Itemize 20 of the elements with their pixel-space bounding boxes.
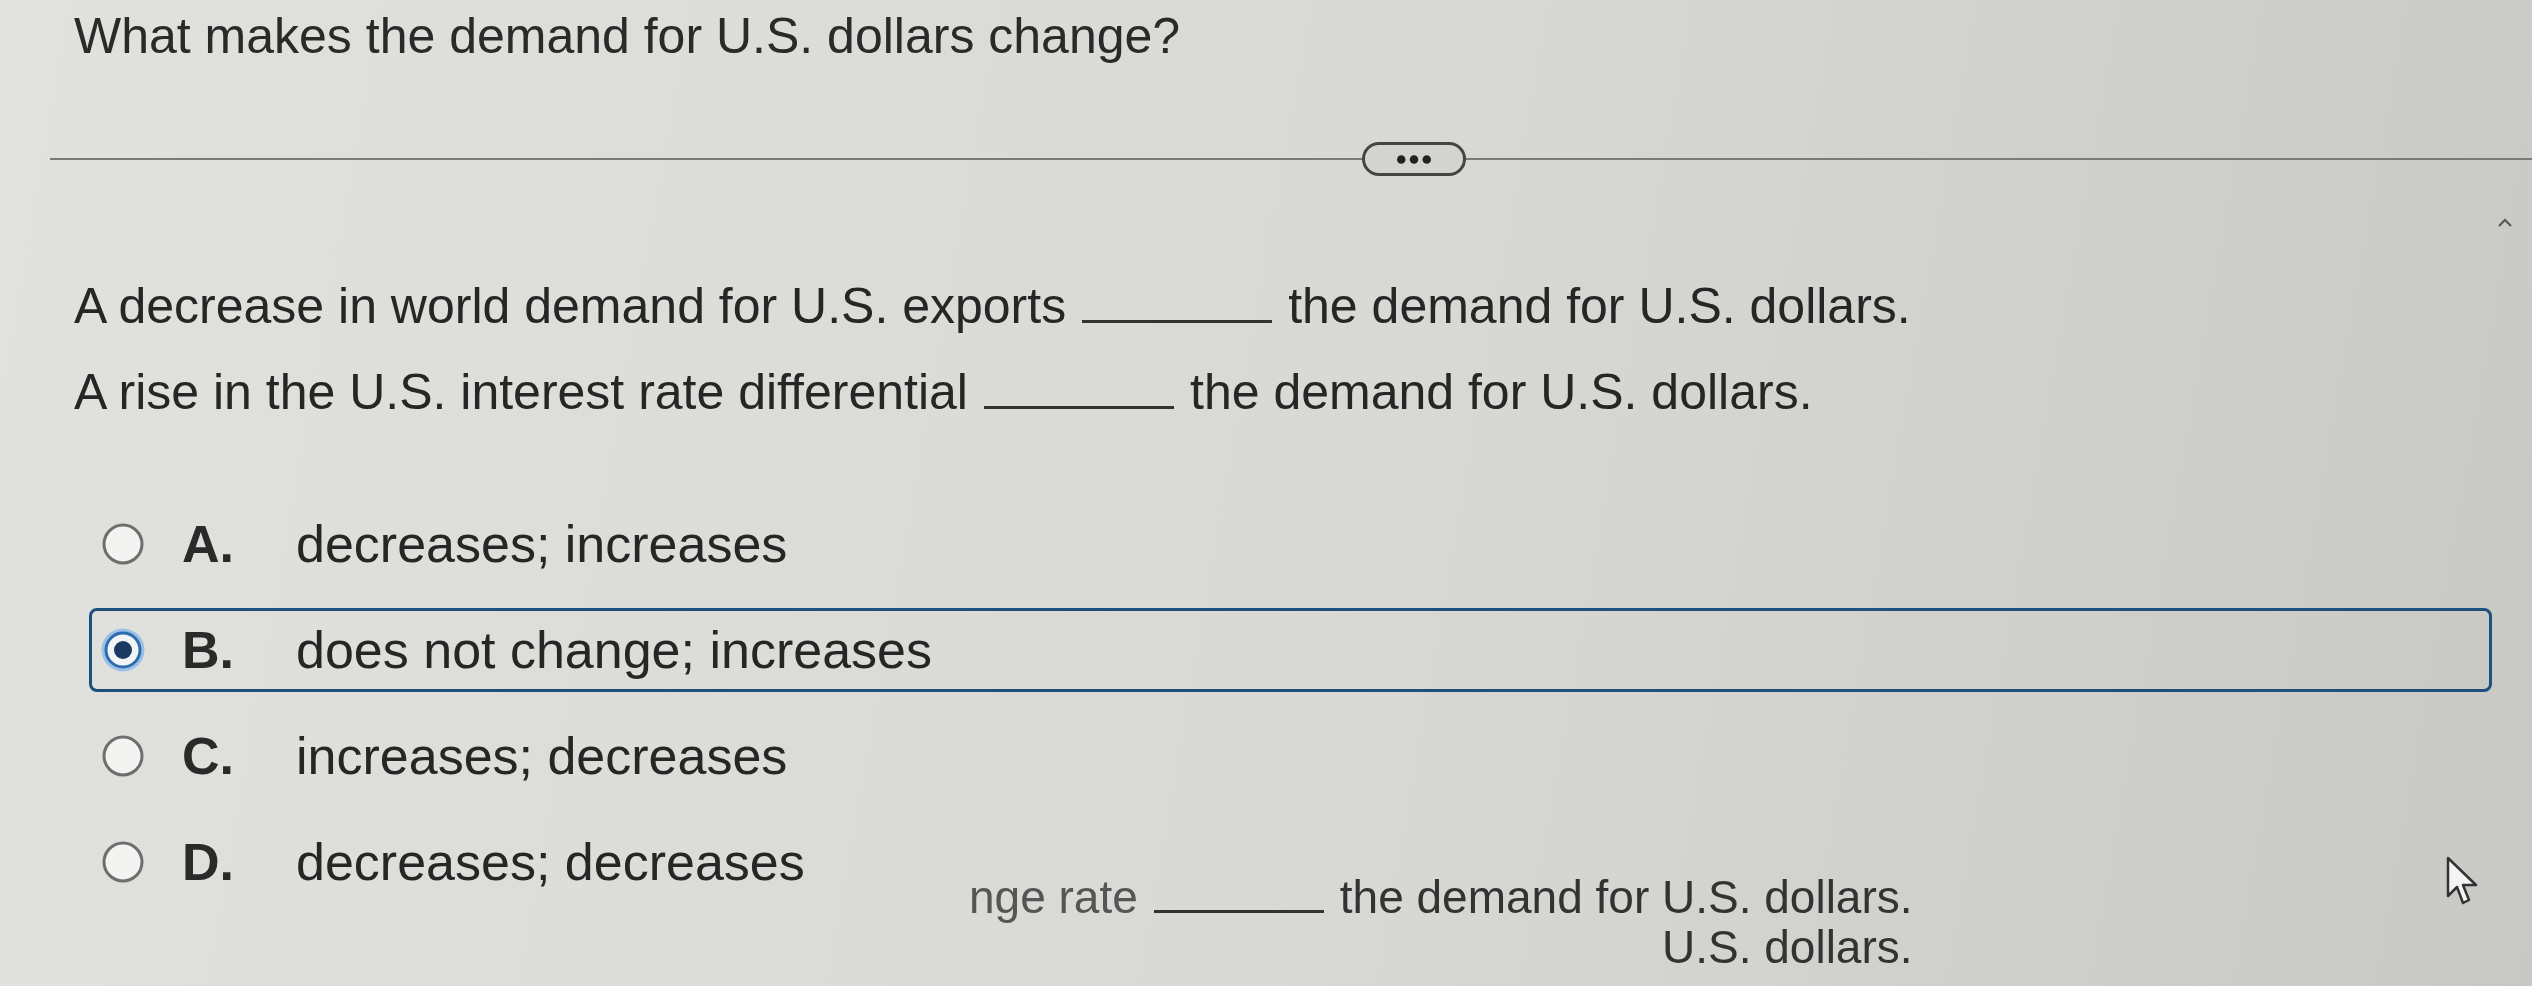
radio-button[interactable] [100, 733, 146, 779]
answer-option[interactable]: B. does not change; increases [89, 608, 2492, 692]
radio-button[interactable] [100, 521, 146, 567]
statement-text: the demand for U.S. dollars. [1339, 872, 1913, 922]
statement-text: nge rate [969, 872, 1138, 922]
ellipsis-icon [1396, 154, 1431, 164]
statement-text: U.S. dollars. [1662, 922, 1913, 972]
radio-button[interactable] [100, 627, 146, 673]
caret-up-icon[interactable] [2498, 218, 2512, 227]
question-title: What makes the demand for U.S. dollars change? [74, 7, 1181, 66]
answer-option[interactable]: C. increases; decreases [89, 714, 831, 798]
more-button[interactable] [1361, 142, 1466, 176]
radio-button[interactable] [100, 839, 146, 885]
statement-text: the demand for U.S. dollars. [1288, 277, 1911, 336]
answer-option[interactable]: A. decreases; increases [89, 502, 831, 586]
answer-option[interactable]: D. decreases; decreases [89, 820, 848, 904]
cursor-icon [2446, 856, 2480, 906]
statement-text: A rise in the U.S. interest rate differential [74, 363, 968, 422]
statement-text: the demand for U.S. dollars. [1190, 363, 1813, 422]
statement-text: A decrease in world demand for U.S. exports [74, 277, 1067, 336]
